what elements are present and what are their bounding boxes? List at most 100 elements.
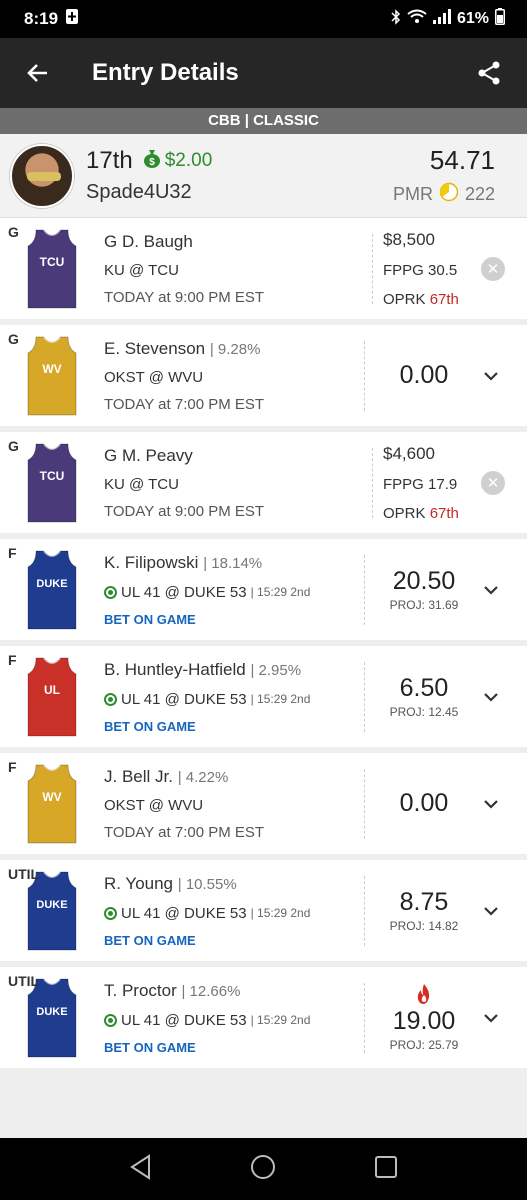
winnings-amount: $2.00 — [164, 150, 213, 171]
player-row[interactable]: G WV E. Stevenson | 9.28% OKST @ WVU TODAY… — [0, 325, 527, 426]
status-time: 8:19 — [24, 9, 59, 28]
game-clock: | 15:29 2nd — [250, 692, 311, 706]
jersey-team-text: TCU — [40, 255, 65, 269]
player-row[interactable]: F DUKE K. Filipowski | 18.14% UL 41 @ DU… — [0, 539, 527, 640]
game-matchup: OKST @ WVU — [104, 796, 204, 814]
money-bag-icon: $ — [143, 148, 161, 174]
chevron-down-icon[interactable] — [479, 906, 503, 916]
position-label: G — [8, 438, 19, 454]
live-indicator-icon — [104, 692, 117, 706]
game-matchup: UL 41 @ DUKE 53 — [121, 583, 247, 601]
bet-on-game-link[interactable]: BET ON GAME — [104, 612, 364, 627]
position-label: F — [8, 652, 17, 668]
player-points: 20.50 — [392, 567, 456, 595]
share-icon[interactable] — [473, 57, 505, 89]
pmr-clock-icon — [439, 182, 459, 207]
bet-on-game-link[interactable]: BET ON GAME — [104, 719, 364, 734]
player-name[interactable]: B. Huntley-Hatfield — [104, 660, 246, 679]
chevron-down-icon[interactable] — [479, 371, 503, 381]
hot-fire-icon — [417, 984, 430, 1004]
notification-icon — [66, 9, 79, 29]
oprk-value: 67th — [429, 504, 459, 522]
position-label: F — [8, 759, 17, 775]
pmr-label: PMR — [392, 183, 433, 204]
remove-player-icon[interactable]: ✕ — [481, 470, 505, 495]
ownership-pct: | 10.55% — [177, 875, 237, 893]
position-label: F — [8, 545, 17, 561]
svg-text:$: $ — [149, 157, 155, 168]
game-time: TODAY at 7:00 PM EST — [104, 395, 265, 413]
remove-player-icon[interactable]: ✕ — [481, 256, 505, 281]
projected-points: PROJ: 12.45 — [389, 705, 459, 719]
divider — [364, 554, 365, 625]
position-label: G — [8, 331, 19, 347]
status-bar: 8:19 61% — [0, 0, 527, 38]
position-label: UTIL — [8, 973, 40, 989]
player-name[interactable]: T. Proctor — [104, 981, 177, 1000]
jersey-team-text: TCU — [40, 469, 65, 483]
game-time: TODAY at 9:00 PM EST — [104, 288, 265, 306]
divider — [372, 447, 373, 518]
bluetooth-icon — [391, 8, 401, 30]
entry-score: 54.71 — [429, 144, 495, 175]
ownership-pct: | 18.14% — [203, 554, 263, 572]
oprk-label: OPRK — [383, 290, 426, 308]
oprk-value: 67th — [429, 290, 459, 308]
player-name[interactable]: E. Stevenson — [104, 339, 205, 358]
fppg-label: FPPG — [383, 475, 424, 493]
oprk-label: OPRK — [383, 504, 426, 522]
bet-on-game-link[interactable]: BET ON GAME — [104, 933, 364, 948]
battery-icon — [495, 8, 505, 30]
back-arrow-icon[interactable] — [22, 57, 54, 89]
jersey-icon: TCU — [27, 442, 77, 522]
recents-nav-icon[interactable] — [374, 1155, 398, 1184]
pmr-value: 222 — [464, 183, 495, 204]
game-matchup: KU @ TCU — [104, 261, 179, 279]
battery-percent: 61% — [456, 10, 489, 27]
projected-points: PROJ: 31.69 — [389, 598, 459, 612]
player-row[interactable]: UTIL DUKE T. Proctor | 12.66% UL 41 @ DU… — [0, 967, 527, 1068]
player-row[interactable]: UTIL DUKE R. Young | 10.55% UL 41 @ DUKE… — [0, 860, 527, 961]
player-row[interactable]: F UL B. Huntley-Hatfield | 2.95% UL 41 @… — [0, 646, 527, 747]
divider — [364, 661, 365, 732]
avatar[interactable] — [10, 143, 74, 208]
jersey-team-text: WV — [42, 790, 61, 804]
username: Spade4U32 — [86, 181, 192, 203]
winnings: $ $2.00 — [143, 148, 213, 174]
player-points: 8.75 — [399, 888, 449, 916]
jersey-icon: TCU — [27, 228, 77, 308]
back-nav-icon[interactable] — [129, 1153, 153, 1185]
player-salary: $8,500 — [383, 229, 435, 249]
bet-on-game-link[interactable]: BET ON GAME — [104, 1040, 364, 1055]
lineup-list: G TCU G D. Baugh KU @ TCU TODAY at 9:00 PM… — [0, 218, 527, 1068]
player-name[interactable]: R. Young — [104, 874, 173, 893]
chevron-down-icon[interactable] — [479, 799, 503, 809]
game-clock: | 15:29 2nd — [250, 906, 311, 920]
jersey-icon: UL — [27, 656, 77, 736]
player-salary: $4,600 — [383, 443, 435, 463]
player-points: 19.00 — [392, 1007, 456, 1035]
chevron-down-icon[interactable] — [479, 692, 503, 702]
player-name[interactable]: K. Filipowski — [104, 553, 198, 572]
position-label: G — [8, 224, 19, 240]
chevron-down-icon[interactable] — [479, 1013, 503, 1023]
game-matchup: KU @ TCU — [104, 475, 179, 493]
player-row[interactable]: G TCU G D. Baugh KU @ TCU TODAY at 9:00 PM… — [0, 218, 527, 319]
player-name[interactable]: G M. Peavy — [104, 446, 193, 465]
fppg-value: 17.9 — [428, 475, 458, 493]
projected-points: PROJ: 14.82 — [389, 919, 459, 933]
jersey-team-text: DUKE — [36, 1006, 67, 1018]
player-row[interactable]: F WV J. Bell Jr. | 4.22% OKST @ WVU TODAY … — [0, 753, 527, 854]
chevron-down-icon[interactable] — [479, 585, 503, 595]
home-nav-icon[interactable] — [250, 1154, 276, 1185]
entry-summary: 17th $ $2.00 Spade4U32 54.71 PMR 222 — [0, 134, 527, 218]
game-time: TODAY at 7:00 PM EST — [104, 823, 265, 841]
game-clock: | 15:29 2nd — [250, 585, 311, 599]
jersey-team-text: DUKE — [36, 578, 67, 590]
player-name[interactable]: G D. Baugh — [104, 232, 193, 251]
signal-icon — [432, 9, 451, 29]
player-points: 0.00 — [399, 789, 449, 817]
player-row[interactable]: G TCU G M. Peavy KU @ TCU TODAY at 9:00 PM… — [0, 432, 527, 533]
player-name[interactable]: J. Bell Jr. — [104, 767, 173, 786]
entry-rank: 17th — [86, 147, 133, 174]
